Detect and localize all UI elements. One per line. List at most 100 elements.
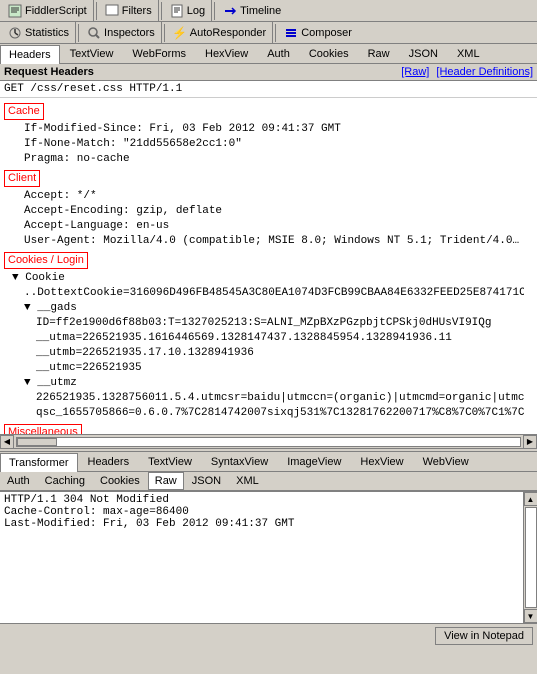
separator4	[78, 24, 79, 42]
toolbar1: FiddlerScript Filters Log Timeline	[0, 0, 537, 22]
misc-section: Miscellaneous Referer: http://www.cnblog…	[4, 422, 533, 434]
tab-raw[interactable]: Raw	[359, 44, 399, 63]
vertical-scrollbar[interactable]: ▲ ▼	[523, 492, 537, 623]
compose-icon	[284, 26, 298, 40]
client-section: Client Accept: */* Accept-Encoding: gzip…	[4, 168, 533, 249]
scroll-up-btn[interactable]: ▲	[524, 492, 537, 506]
lower-tab-bar1: Transformer Headers TextView SyntaxView …	[0, 452, 537, 472]
lower-subtab-bar: Auth Caching Cookies Raw JSON XML	[0, 472, 537, 492]
tab-auth[interactable]: Auth	[258, 44, 299, 63]
tree-row-6: __utmc=226521935	[4, 361, 533, 376]
tree-row-1: ..DottextCookie=316096D496FB48545A3C80EA…	[4, 286, 524, 301]
cache-label: Cache	[4, 103, 44, 120]
lower-tab-syntaxview[interactable]: SyntaxView	[202, 452, 277, 471]
tree-row-8: 226521935.1328756011.5.4.utmcsr=baidu|ut…	[4, 391, 524, 406]
header-defs-link[interactable]: [Header Definitions]	[436, 66, 533, 78]
cache-item-1: If-None-Match: "21dd55658e2cc1:0"	[4, 137, 533, 152]
subtab-raw[interactable]: Raw	[148, 472, 184, 490]
client-label: Client	[4, 170, 40, 187]
log-tab[interactable]: Log	[164, 0, 212, 21]
view-in-notepad-button[interactable]: View in Notepad	[435, 627, 533, 645]
panel-title: Request Headers	[4, 66, 94, 78]
scroll-track-v	[525, 507, 537, 608]
tab-webforms[interactable]: WebForms	[123, 44, 195, 63]
panel-header: Request Headers [Raw] [Header Definition…	[0, 64, 537, 81]
tree-row-3: ID=ff2e1900d6f88b03:T=1327025213:S=ALNI_…	[4, 316, 524, 331]
tree-row-7: ▼ __utmz	[4, 376, 533, 391]
toolbar2: Statistics Inspectors ⚡ AutoResponder Co…	[0, 22, 537, 44]
expand-7[interactable]: ▼	[24, 377, 31, 389]
tab-xml[interactable]: XML	[448, 44, 489, 63]
tab-headers[interactable]: Headers	[0, 45, 60, 64]
lower-tab-transformer[interactable]: Transformer	[0, 453, 78, 472]
statistics-tab[interactable]: Statistics	[2, 22, 76, 43]
cache-section: Cache If-Modified-Since: Fri, 03 Feb 201…	[4, 101, 533, 167]
composer-label: Composer	[301, 27, 352, 39]
lower-tab-headers[interactable]: Headers	[79, 452, 139, 471]
bottom-bar: View in Notepad	[0, 623, 537, 647]
tree-row-0: ▼ Cookie	[4, 271, 533, 286]
composer-tab[interactable]: Composer	[278, 22, 358, 43]
lower-tab-imageview[interactable]: ImageView	[278, 452, 350, 471]
timeline-icon	[223, 4, 237, 18]
inspectors-label: Inspectors	[104, 27, 155, 39]
fiddlerscript-tab[interactable]: FiddlerScript	[2, 0, 94, 21]
main-container: FiddlerScript Filters Log Timeline	[0, 0, 537, 674]
expand-0[interactable]: ▼	[12, 272, 19, 284]
request-line: GET /css/reset.css HTTP/1.1	[0, 81, 537, 98]
separator3	[214, 2, 215, 20]
scroll-down-btn[interactable]: ▼	[524, 609, 537, 623]
lower-tab-webview[interactable]: WebView	[414, 452, 478, 471]
fiddlerscript-label: FiddlerScript	[25, 5, 87, 17]
client-item-3: User-Agent: Mozilla/4.0 (compatible; MSI…	[4, 234, 524, 249]
lower-content-area: HTTP/1.1 304 Not Modified Cache-Control:…	[0, 492, 523, 623]
lower-panel: Transformer Headers TextView SyntaxView …	[0, 452, 537, 647]
tab-textview[interactable]: TextView	[61, 44, 123, 63]
tab-json[interactable]: JSON	[400, 44, 447, 63]
misc-label: Miscellaneous	[4, 424, 82, 434]
stats-icon	[8, 26, 22, 40]
scroll-right-btn[interactable]: ▶	[523, 435, 537, 449]
filters-label: Filters	[122, 5, 152, 17]
client-item-0: Accept: */*	[4, 189, 533, 204]
cookies-label: Cookies / Login	[4, 252, 88, 269]
statistics-label: Statistics	[25, 27, 69, 39]
tree-row-5: __utmb=226521935.17.10.1328941936	[4, 346, 533, 361]
scroll-left-btn[interactable]: ◀	[0, 435, 14, 449]
inspect-icon	[87, 26, 101, 40]
timeline-tab[interactable]: Timeline	[217, 0, 287, 21]
filters-tab[interactable]: Filters	[99, 0, 159, 21]
cache-item-2: Pragma: no-cache	[4, 152, 533, 167]
script-icon	[8, 4, 22, 18]
tree-row-9: qsc_1655705866=0.6.0.7%7C2814742007sixqj…	[4, 406, 524, 421]
upper-panel: Request Headers [Raw] [Header Definition…	[0, 64, 537, 434]
tab-cookies[interactable]: Cookies	[300, 44, 358, 63]
tree-row-2: ▼ __gads	[4, 301, 533, 316]
separator5	[164, 24, 165, 42]
headers-content: GET /css/reset.css HTTP/1.1 Cache If-Mod…	[0, 81, 537, 434]
client-item-2: Accept-Language: en-us	[4, 219, 533, 234]
lower-tab-textview[interactable]: TextView	[139, 452, 201, 471]
subtab-json[interactable]: JSON	[185, 472, 228, 490]
auto-icon: ⚡	[173, 26, 187, 40]
subtab-xml[interactable]: XML	[229, 472, 266, 490]
scroll-thumb-h[interactable]	[17, 438, 57, 446]
autoresponder-tab[interactable]: ⚡ AutoResponder	[167, 22, 273, 43]
subtab-caching[interactable]: Caching	[38, 472, 92, 490]
horizontal-scrollbar[interactable]: ◀ ▶	[0, 434, 537, 448]
raw-link[interactable]: [Raw]	[401, 66, 429, 78]
subtab-auth[interactable]: Auth	[0, 472, 37, 490]
log-label: Log	[187, 5, 205, 17]
upper-tab-bar: Headers TextView WebForms HexView Auth C…	[0, 44, 537, 64]
filter-icon	[105, 4, 119, 18]
subtab-cookies[interactable]: Cookies	[93, 472, 147, 490]
tree-row-4: __utma=226521935.1616446569.1328147437.1…	[4, 331, 524, 346]
expand-2[interactable]: ▼	[24, 302, 31, 314]
timeline-label: Timeline	[240, 5, 281, 17]
separator1	[96, 2, 97, 20]
lower-tab-hexview[interactable]: HexView	[351, 452, 412, 471]
inspectors-tab[interactable]: Inspectors	[81, 22, 162, 43]
tab-hexview[interactable]: HexView	[196, 44, 257, 63]
log-icon	[170, 4, 184, 18]
cache-item-0: If-Modified-Since: Fri, 03 Feb 2012 09:4…	[4, 122, 533, 137]
